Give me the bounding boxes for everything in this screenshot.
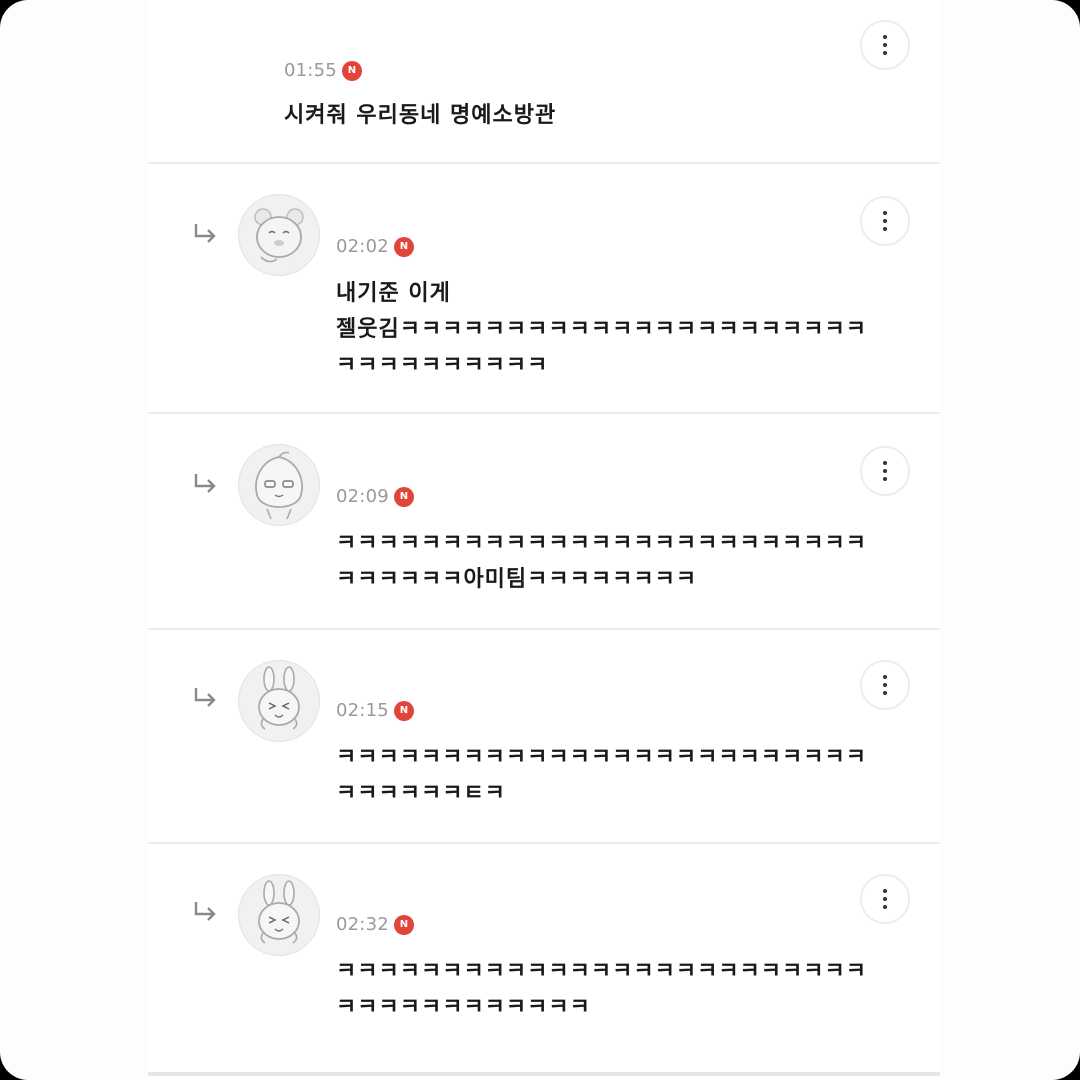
comment-item: 01:55 N 시켜줘 우리동네 명예소방관 [148, 0, 940, 164]
comment-text-line: ㅋㅋㅋㅋㅋㅋ아미팀ㅋㅋㅋㅋㅋㅋㅋㅋ [336, 567, 698, 592]
new-badge: N [341, 60, 362, 81]
more-vertical-icon [883, 889, 887, 909]
more-options-button[interactable] [860, 20, 910, 70]
more-vertical-icon [883, 211, 887, 231]
comment-meta: 02:15 N [336, 700, 414, 721]
rabbit-character-avatar-icon[interactable] [238, 874, 320, 956]
comment-meta: 02:32 N [336, 914, 414, 935]
reply-item: 02:09 N ㅋㅋㅋㅋㅋㅋㅋㅋㅋㅋㅋㅋㅋㅋㅋㅋㅋㅋㅋㅋㅋㅋㅋㅋㅋ ㅋㅋㅋㅋㅋㅋ… [148, 414, 940, 630]
more-options-button[interactable] [860, 874, 910, 924]
new-badge: N [393, 236, 414, 257]
comment-text-line: ㅋㅋㅋㅋㅋㅋㅋㅋㅋㅋ [336, 353, 549, 378]
comment-text-line: 젤웃김ㅋㅋㅋㅋㅋㅋㅋㅋㅋㅋㅋㅋㅋㅋㅋㅋㅋㅋㅋㅋㅋㅋ [336, 317, 868, 342]
more-options-button[interactable] [860, 660, 910, 710]
comment-text-line: ㅋㅋㅋㅋㅋㅋㅋㅋㅋㅋㅋㅋㅋㅋㅋㅋㅋㅋㅋㅋㅋㅋㅋㅋㅋ [336, 531, 868, 556]
new-badge: N [393, 486, 414, 507]
reply-arrow-icon [194, 224, 216, 243]
bear-character-avatar-icon[interactable] [238, 194, 320, 276]
new-badge: N [393, 914, 414, 935]
comment-text-line: ㅋㅋㅋㅋㅋㅋㅌㅋ [336, 781, 506, 806]
comment-text-line: 시켜줘 우리동네 명예소방관 [284, 103, 557, 128]
comment-text-line: 내기준 이게 [336, 281, 451, 306]
reply-item: 02:15 N ㅋㅋㅋㅋㅋㅋㅋㅋㅋㅋㅋㅋㅋㅋㅋㅋㅋㅋㅋㅋㅋㅋㅋㅋㅋ ㅋㅋㅋㅋㅋㅋ… [148, 630, 940, 844]
comment-time: 02:02 [336, 236, 389, 257]
rabbit-character-avatar-icon[interactable] [238, 660, 320, 742]
comment-time: 02:09 [336, 486, 389, 507]
more-options-button[interactable] [860, 196, 910, 246]
comment-text: ㅋㅋㅋㅋㅋㅋㅋㅋㅋㅋㅋㅋㅋㅋㅋㅋㅋㅋㅋㅋㅋㅋㅋㅋㅋ ㅋㅋㅋㅋㅋㅋ아미팀ㅋㅋㅋㅋㅋ… [336, 526, 867, 598]
comment-text: ㅋㅋㅋㅋㅋㅋㅋㅋㅋㅋㅋㅋㅋㅋㅋㅋㅋㅋㅋㅋㅋㅋㅋㅋㅋ ㅋㅋㅋㅋㅋㅋㅌㅋ [336, 740, 867, 812]
comment-meta: 02:02 N [336, 236, 414, 257]
comment-text: ㅋㅋㅋㅋㅋㅋㅋㅋㅋㅋㅋㅋㅋㅋㅋㅋㅋㅋㅋㅋㅋㅋㅋㅋㅋ ㅋㅋㅋㅋㅋㅋㅋㅋㅋㅋㅋㅋ [336, 954, 867, 1026]
reply-item: 02:32 N ㅋㅋㅋㅋㅋㅋㅋㅋㅋㅋㅋㅋㅋㅋㅋㅋㅋㅋㅋㅋㅋㅋㅋㅋㅋ ㅋㅋㅋㅋㅋㅋ… [148, 844, 940, 1056]
comment-text: 내기준 이게 젤웃김ㅋㅋㅋㅋㅋㅋㅋㅋㅋㅋㅋㅋㅋㅋㅋㅋㅋㅋㅋㅋㅋㅋ ㅋㅋㅋㅋㅋㅋㅋ… [336, 276, 867, 384]
comment-time: 02:32 [336, 914, 389, 935]
reply-item: 02:02 N 내기준 이게 젤웃김ㅋㅋㅋㅋㅋㅋㅋㅋㅋㅋㅋㅋㅋㅋㅋㅋㅋㅋㅋㅋㅋㅋ… [148, 164, 940, 414]
comment-text-line: ㅋㅋㅋㅋㅋㅋㅋㅋㅋㅋㅋㅋㅋㅋㅋㅋㅋㅋㅋㅋㅋㅋㅋㅋㅋ [336, 745, 868, 770]
comment-time: 02:15 [336, 700, 389, 721]
comment-text-line: ㅋㅋㅋㅋㅋㅋㅋㅋㅋㅋㅋㅋ [336, 995, 591, 1020]
peach-character-avatar-icon[interactable] [238, 444, 320, 526]
more-options-button[interactable] [860, 446, 910, 496]
comment-meta: 01:55 N [284, 60, 362, 81]
more-vertical-icon [883, 675, 887, 695]
comment-text: 시켜줘 우리동네 명예소방관 [284, 98, 556, 134]
reply-arrow-icon [194, 474, 216, 493]
comment-text-line: ㅋㅋㅋㅋㅋㅋㅋㅋㅋㅋㅋㅋㅋㅋㅋㅋㅋㅋㅋㅋㅋㅋㅋㅋㅋ [336, 959, 868, 984]
list-bottom-divider [148, 1072, 940, 1076]
more-vertical-icon [883, 35, 887, 55]
comment-list: 01:55 N 시켜줘 우리동네 명예소방관 02:02 N 내기준 이게 젤웃… [148, 0, 940, 1080]
comment-meta: 02:09 N [336, 486, 414, 507]
more-vertical-icon [883, 461, 887, 481]
comment-time: 01:55 [284, 60, 337, 81]
reply-arrow-icon [194, 902, 216, 921]
new-badge: N [393, 700, 414, 721]
screenshot-frame: 01:55 N 시켜줘 우리동네 명예소방관 02:02 N 내기준 이게 젤웃… [0, 0, 1080, 1080]
reply-arrow-icon [194, 688, 216, 707]
